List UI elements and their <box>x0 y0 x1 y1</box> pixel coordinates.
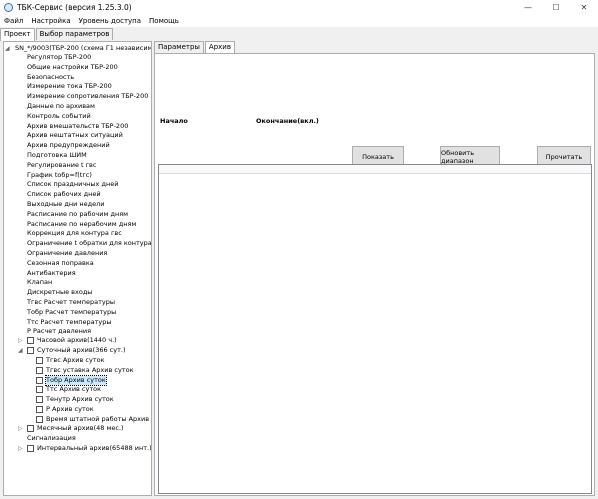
tree-item[interactable]: Архив вмешательств ТБР-200 <box>27 122 128 131</box>
start-label: Начало <box>160 117 188 125</box>
collapse-icon[interactable]: ◢ <box>18 346 23 355</box>
tree-node-signalization[interactable]: Сигнализация <box>27 434 76 443</box>
expand-icon[interactable]: ▷ <box>18 336 23 345</box>
tree-item[interactable]: Ограничение t обратки для контура ГВС <box>27 239 151 248</box>
menu-help[interactable]: Помощь <box>145 17 183 25</box>
tree-item[interactable]: Тобр Расчет температуры <box>27 308 116 317</box>
title-bar: ТБК-Сервис (версия 1.25.3.0) — ☐ ✕ <box>0 0 598 15</box>
tree-item[interactable]: Общие настройки ТБР-200 <box>27 63 118 72</box>
tab-parameter-selection[interactable]: Выбор параметров <box>35 28 114 40</box>
end-label: Окончание(вкл.) <box>256 117 319 125</box>
tree-item[interactable]: Антибактерия <box>27 269 76 278</box>
tree-item[interactable]: Tгвс Расчет температуры <box>27 298 115 307</box>
app-icon <box>4 3 13 12</box>
tree-item[interactable]: Выходные дни недели <box>27 200 105 209</box>
right-pane: Параметры Архив Начало Окончание(вкл.) П… <box>154 41 595 496</box>
tree-item[interactable]: Измерение тока ТБР-200 <box>27 82 112 91</box>
checkbox[interactable] <box>36 406 43 413</box>
checkbox[interactable] <box>27 425 34 432</box>
menu-settings[interactable]: Настройка <box>27 17 74 25</box>
menu-access-level[interactable]: Уровень доступа <box>75 17 145 25</box>
tree-item[interactable]: Дискретные входы <box>27 288 92 297</box>
tree-item[interactable]: Данные по архивам <box>27 102 95 111</box>
checkbox[interactable] <box>27 347 34 354</box>
checkbox[interactable] <box>36 366 43 374</box>
maximize-button[interactable]: ☐ <box>542 0 570 15</box>
minimize-button[interactable]: — <box>514 0 542 15</box>
main-tabs: Проект Выбор параметров <box>0 28 114 41</box>
close-button[interactable]: ✕ <box>570 0 598 15</box>
sub-tabs: Параметры Архив <box>154 41 236 54</box>
tab-project[interactable]: Проект <box>0 28 35 41</box>
tree-item[interactable]: Регулятор ТБР-200 <box>27 53 91 62</box>
grid-header <box>159 165 591 174</box>
tree-item[interactable]: Измерение сопротивления ТБР-200 <box>27 92 148 101</box>
tree-item[interactable]: Ттс Расчет температуры <box>27 318 112 327</box>
tree-item[interactable]: Безопасность <box>27 73 74 82</box>
tree-item[interactable]: Расписание по рабочим дням <box>27 210 128 219</box>
window-title: ТБК-Сервис (версия 1.25.3.0) <box>17 3 132 12</box>
tree-item[interactable]: Архив предупреждений <box>27 141 110 150</box>
tab-parameters[interactable]: Параметры <box>154 41 204 53</box>
checkbox[interactable] <box>36 386 43 394</box>
checkbox[interactable] <box>36 376 43 384</box>
tree-item[interactable]: Коррекция для контура гвс <box>27 229 122 238</box>
checkbox[interactable] <box>27 445 34 452</box>
tree-item[interactable]: Список рабочих дней <box>27 190 101 199</box>
expand-icon[interactable]: ▷ <box>18 424 23 433</box>
tree-item[interactable]: Клапан <box>27 278 52 287</box>
tree-item[interactable]: Расписание по нерабочим дням <box>27 220 136 229</box>
expand-icon[interactable]: ▷ <box>18 444 23 453</box>
checkbox[interactable] <box>36 357 43 364</box>
menu-bar: Файл Настройка Уровень доступа Помощь <box>0 15 598 27</box>
project-tree[interactable]: ◢ SN_*/9003(ТБР-200 (схема Г1 независима… <box>3 41 152 496</box>
checkbox[interactable] <box>36 396 43 404</box>
archive-grid[interactable] <box>158 164 592 494</box>
tree-item[interactable]: Подготовка ШИМ <box>27 151 87 160</box>
tree-item[interactable]: Архив нештатных ситуаций <box>27 131 123 140</box>
tree-item[interactable]: Список праздничных дней <box>27 180 118 189</box>
checkbox[interactable] <box>27 337 34 344</box>
archive-panel: Начало Окончание(вкл.) Показать Обновить… <box>154 53 595 496</box>
tree-item[interactable]: Ограничение давления <box>27 249 107 258</box>
tree-item[interactable]: Регулирование t гвс <box>27 161 96 170</box>
menu-file[interactable]: Файл <box>0 17 27 25</box>
tree-item[interactable]: Контроль событий <box>27 112 91 121</box>
checkbox[interactable] <box>36 415 43 423</box>
tree-item[interactable]: Сезонная поправка <box>27 259 94 268</box>
tree-item[interactable]: График tобр=f(tгс) <box>27 171 92 180</box>
collapse-icon[interactable]: ◢ <box>5 44 10 53</box>
